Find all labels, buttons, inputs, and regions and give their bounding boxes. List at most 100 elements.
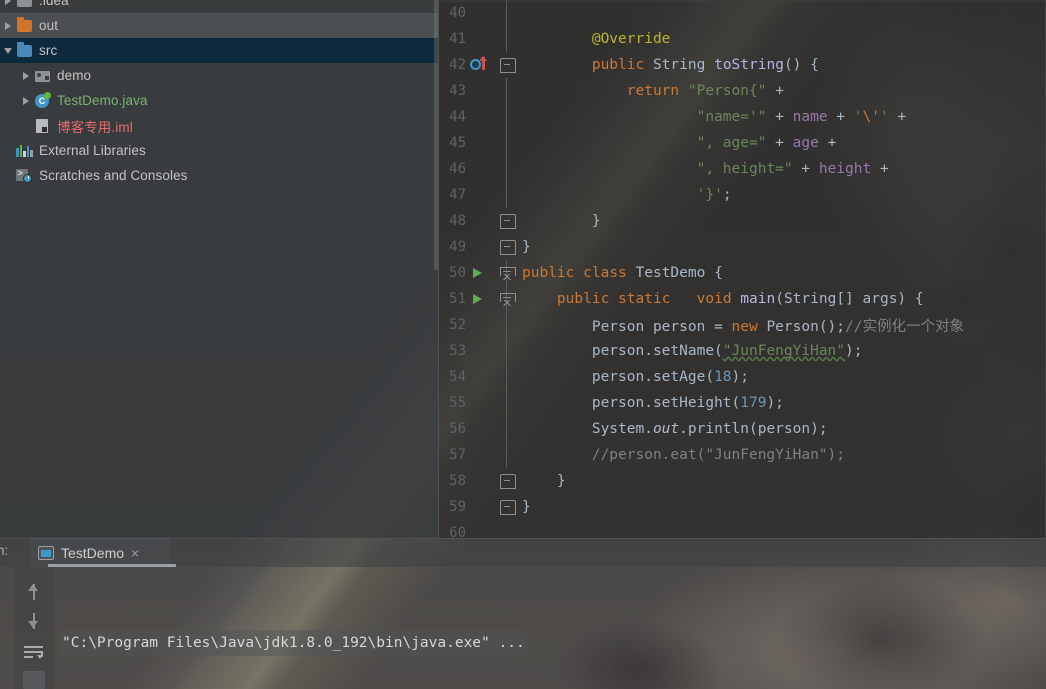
run-tool-window: n: TestDemo × "C:\Program Files\Java\jdk… [0, 538, 1046, 689]
arrow-down-icon[interactable] [23, 611, 45, 630]
code-token: Person(); [757, 318, 846, 335]
run-tab-testdemo[interactable]: TestDemo × [30, 538, 176, 567]
code-token: System. [522, 421, 653, 437]
code-line[interactable]: 53 person.setName("JunFengYiHan"); [438, 338, 1046, 364]
tree-item-iml[interactable]: 博客专用.iml [0, 113, 438, 138]
code-token: age [792, 135, 819, 151]
tree-item-testdemo-java[interactable]: TestDemo.java [0, 88, 438, 113]
code-content[interactable]: 40 41 @Override 42 public String toString(… [438, 0, 1046, 538]
fold-end-icon[interactable] [498, 208, 516, 234]
code-line[interactable]: 60 [438, 520, 1046, 538]
code-token: 18 [714, 369, 732, 385]
code-text: } [516, 473, 566, 489]
code-token: public [556, 291, 610, 307]
code-line[interactable]: 54 person.setAge(18); [438, 364, 1046, 390]
tree-item-src[interactable]: src [0, 38, 438, 63]
chevron-right-icon[interactable] [0, 13, 16, 38]
gutter-slot [468, 390, 498, 416]
code-line[interactable]: 49} [438, 234, 1046, 260]
code-line[interactable]: 51 public static void main(String[] args… [438, 286, 1046, 312]
gutter-slot [468, 338, 498, 364]
gutter-slot [468, 208, 498, 234]
code-token: main [740, 291, 776, 307]
code-token: return [626, 83, 680, 99]
code-line[interactable]: 57 //person.eat("JunFengYiHan"); [438, 442, 1046, 468]
code-text: //person.eat("JunFengYiHan"); [516, 447, 845, 463]
code-line[interactable]: 58 } [438, 468, 1046, 494]
tree-item-scratches-and-consoles[interactable]: Scratches and Consoles [0, 163, 438, 188]
arrow-up-icon[interactable] [23, 581, 45, 601]
code-line[interactable]: 40 [438, 0, 1046, 26]
code-line[interactable]: 59} [438, 494, 1046, 520]
tree-item-demo[interactable]: demo [0, 63, 438, 88]
tree-item-out[interactable]: out [0, 13, 438, 38]
iml-file-icon [34, 118, 51, 134]
code-text: Person person = new Person();//实例化一个对象 [516, 315, 964, 336]
override-method-gutter-icon[interactable] [468, 52, 498, 78]
package-icon [34, 68, 51, 84]
line-number: 41 [449, 31, 466, 47]
code-line[interactable]: 42 public String toString() { [438, 52, 1046, 78]
chevron-down-icon[interactable] [0, 38, 16, 63]
line-number: 52 [449, 317, 466, 333]
fold-end-icon[interactable] [498, 468, 516, 494]
gutter-slot [468, 0, 498, 26]
fold-collapse-icon[interactable] [498, 286, 516, 312]
chevron-right-icon[interactable] [18, 63, 34, 88]
soft-wrap-icon[interactable] [22, 642, 46, 659]
folder-orange-icon [16, 17, 33, 34]
code-text: @Override [516, 31, 671, 47]
code-line[interactable]: 45 ", age=" + age + [438, 130, 1046, 156]
java-class-icon [34, 91, 51, 109]
fold-collapse-icon[interactable] [498, 260, 516, 286]
line-number: 43 [449, 83, 466, 99]
fold-end-icon[interactable] [498, 52, 516, 78]
ide-window: .idea out src demo TestDemo.java 博客专用.iml Exte… [0, 0, 1046, 689]
code-line[interactable]: 43 return "Person{" + [438, 78, 1046, 104]
editor-top-edge [438, 0, 1046, 2]
code-line[interactable]: 41 @Override [438, 26, 1046, 52]
tree-item-external-libraries[interactable]: External Libraries [0, 138, 438, 163]
code-line[interactable]: 52 Person person = new Person();//实例化一个对… [438, 312, 1046, 338]
close-icon[interactable]: × [131, 545, 139, 561]
chevron-right-icon[interactable] [0, 0, 16, 13]
code-token: ", age=" [696, 135, 767, 151]
code-line[interactable]: 46 ", height=" + height + [438, 156, 1046, 182]
tree-item-idea[interactable]: .idea [0, 0, 438, 13]
code-text: public static void main(String[] args) { [516, 291, 924, 307]
code-line[interactable]: 50 public class TestDemo { [438, 260, 1046, 286]
run-gutter-icon[interactable] [468, 286, 498, 312]
fold-end-icon[interactable] [498, 234, 516, 260]
chevron-right-icon[interactable] [18, 88, 34, 113]
line-number: 51 [449, 291, 466, 307]
code-line[interactable]: 56 System.out.println(person); [438, 416, 1046, 442]
run-gutter-icon[interactable] [468, 260, 498, 286]
panel-divider[interactable] [0, 538, 1046, 539]
tree-item-label: Scratches and Consoles [39, 168, 188, 183]
gutter-slot [468, 234, 498, 260]
code-token: height [818, 161, 872, 177]
code-line[interactable]: 44 "name='" + name + '\'' + [438, 104, 1046, 130]
fold-guideline [498, 182, 516, 208]
code-editor[interactable]: 40 41 @Override 42 public String toString(… [438, 0, 1046, 538]
print-icon[interactable] [23, 670, 45, 689]
code-token: //实例化一个对象 [845, 318, 964, 335]
console-output[interactable]: "C:\Program Files\Java\jdk1.8.0_192\bin\… [56, 567, 1046, 689]
code-line[interactable]: 48 } [438, 208, 1046, 234]
code-line[interactable]: 47 '}'; [438, 182, 1046, 208]
code-line[interactable]: 55 person.setHeight(179); [438, 390, 1046, 416]
gutter-slot [468, 156, 498, 182]
line-number: 55 [449, 395, 466, 411]
line-number: 47 [449, 187, 466, 203]
code-token: () { [783, 57, 819, 73]
fold-end-icon[interactable] [498, 494, 516, 520]
code-token: "JunFengYiHan" [722, 343, 846, 359]
code-text: System.out.println(person); [516, 421, 828, 437]
code-text: ", age=" + age + [516, 135, 837, 151]
